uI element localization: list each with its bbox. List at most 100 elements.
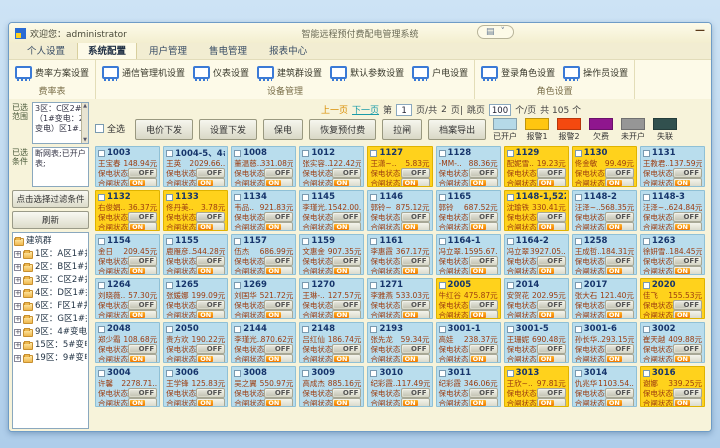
meter-card[interactable]: 3016 谢娜 339.25元 保电状态 OFF 合闸状态 ON bbox=[640, 366, 705, 407]
switch-status-toggle[interactable]: ON bbox=[264, 398, 293, 407]
switch-status-toggle[interactable]: ON bbox=[401, 398, 430, 407]
supply-status-toggle[interactable]: OFF bbox=[605, 344, 634, 354]
switch-status-toggle[interactable]: ON bbox=[537, 310, 566, 319]
supply-status-toggle[interactable]: OFF bbox=[264, 344, 293, 354]
switch-status-toggle[interactable]: ON bbox=[196, 178, 225, 187]
supply-status-toggle[interactable]: OFF bbox=[673, 344, 702, 354]
meter-card[interactable]: 1264 刘晓薇.. 57.30元 保电状态 OFF 合闸状态 ON bbox=[95, 278, 160, 319]
condition-box[interactable]: 断网表;已开户表; bbox=[32, 147, 89, 187]
card-checkbox[interactable] bbox=[370, 282, 377, 289]
expand-icon[interactable] bbox=[14, 329, 21, 336]
scroll-down-icon[interactable]: ▼ bbox=[83, 137, 87, 143]
action-button[interactable]: 电价下发 bbox=[135, 119, 193, 140]
tree-root[interactable]: 建筑群 bbox=[14, 235, 87, 248]
meter-card[interactable]: 1159 文惠金 907.35元 保电状态 OFF 合闸状态 ON bbox=[299, 234, 364, 275]
card-checkbox[interactable] bbox=[234, 326, 241, 333]
switch-status-toggle[interactable]: ON bbox=[332, 222, 361, 231]
card-checkbox[interactable] bbox=[575, 238, 582, 245]
switch-status-toggle[interactable]: ON bbox=[128, 178, 157, 187]
ribbon-button[interactable]: 费率方案设置 bbox=[15, 66, 89, 79]
expand-icon[interactable] bbox=[14, 303, 21, 310]
meter-card[interactable]: 2005 牛红谷 475.87元 保电状态 OFF 合闸状态 ON bbox=[436, 278, 501, 319]
page-number-input[interactable]: 1 bbox=[396, 104, 412, 116]
supply-status-toggle[interactable]: OFF bbox=[264, 168, 293, 178]
meter-card[interactable]: 1164-1 冯立翠.. 1595.67.. 保电状态 OFF 合闸状态 ON bbox=[436, 234, 501, 275]
meter-card[interactable]: 2193 张先龙 59.34元 保电状态 OFF 合闸状态 ON bbox=[367, 322, 432, 363]
tree-item[interactable]: 19区：9#变电站（… bbox=[14, 352, 87, 365]
meter-card[interactable]: 1265 张媛娜 199.09元 保电状态 OFF 合闸状态 ON bbox=[163, 278, 228, 319]
switch-status-toggle[interactable]: ON bbox=[332, 178, 361, 187]
refresh-button[interactable]: 刷新 bbox=[12, 211, 89, 229]
card-checkbox[interactable] bbox=[575, 326, 582, 333]
meter-card[interactable]: 1157 伍杰 686.99元 保电状态 OFF 合闸状态 ON bbox=[231, 234, 296, 275]
action-button[interactable]: 设置下发 bbox=[199, 119, 257, 140]
next-page-link[interactable]: 下一页 bbox=[352, 103, 379, 116]
card-checkbox[interactable] bbox=[575, 370, 582, 377]
meter-card[interactable]: 1148-2 汪泽~.. 568.35元 保电状态 OFF 合闸状态 ON bbox=[572, 190, 637, 231]
card-checkbox[interactable] bbox=[370, 194, 377, 201]
card-checkbox[interactable] bbox=[302, 238, 309, 245]
switch-status-toggle[interactable]: ON bbox=[605, 398, 634, 407]
card-checkbox[interactable] bbox=[507, 150, 514, 157]
supply-status-toggle[interactable]: OFF bbox=[128, 212, 157, 222]
meter-card[interactable]: 1148-1,522 沈瑜铁 330.41元 保电状态 OFF 合闸状态 ON bbox=[504, 190, 569, 231]
supply-status-toggle[interactable]: OFF bbox=[469, 168, 498, 178]
ribbon-button[interactable]: 通信管理机设置 bbox=[102, 66, 185, 79]
action-button[interactable]: 保电 bbox=[263, 119, 303, 140]
meter-card[interactable]: 3010 纪彩霞.. 117.49元 保电状态 OFF 合闸状态 ON bbox=[367, 366, 432, 407]
supply-status-toggle[interactable]: OFF bbox=[264, 300, 293, 310]
switch-status-toggle[interactable]: ON bbox=[673, 354, 702, 363]
meter-card[interactable]: 3014 仇兆华 1103.54.. 保电状态 OFF 合闸状态 ON bbox=[572, 366, 637, 407]
card-checkbox[interactable] bbox=[575, 150, 582, 157]
card-checkbox[interactable] bbox=[302, 194, 309, 201]
supply-status-toggle[interactable]: OFF bbox=[401, 168, 430, 178]
customize-icon[interactable]: ▤ bbox=[486, 27, 495, 37]
supply-status-toggle[interactable]: OFF bbox=[332, 256, 361, 266]
card-checkbox[interactable] bbox=[98, 370, 105, 377]
supply-status-toggle[interactable]: OFF bbox=[673, 168, 702, 178]
switch-status-toggle[interactable]: ON bbox=[605, 310, 634, 319]
card-checkbox[interactable] bbox=[370, 370, 377, 377]
scope-listbox[interactable]: 3区：C区2#共（1#变电：2#变电）区1#… ▲▼ bbox=[32, 102, 89, 144]
supply-status-toggle[interactable]: OFF bbox=[264, 212, 293, 222]
meter-card[interactable]: 3004 许馨 2278.71.. 保电状态 OFF 合闸状态 ON bbox=[95, 366, 160, 407]
supply-status-toggle[interactable]: OFF bbox=[537, 212, 566, 222]
card-checkbox[interactable] bbox=[370, 326, 377, 333]
filter-select-button[interactable]: 点击选择过滤条件 bbox=[12, 190, 89, 208]
switch-status-toggle[interactable]: ON bbox=[469, 354, 498, 363]
card-checkbox[interactable] bbox=[439, 282, 446, 289]
scrollbar[interactable]: ▲▼ bbox=[81, 103, 88, 143]
supply-status-toggle[interactable]: OFF bbox=[537, 344, 566, 354]
switch-status-toggle[interactable]: ON bbox=[196, 266, 225, 275]
select-all-checkbox[interactable] bbox=[95, 124, 104, 133]
card-checkbox[interactable] bbox=[234, 150, 241, 157]
switch-status-toggle[interactable]: ON bbox=[605, 222, 634, 231]
card-checkbox[interactable] bbox=[166, 238, 173, 245]
switch-status-toggle[interactable]: ON bbox=[264, 310, 293, 319]
supply-status-toggle[interactable]: OFF bbox=[332, 212, 361, 222]
ribbon-tab[interactable]: 报表中心 bbox=[259, 41, 317, 59]
meter-card[interactable]: 1258 王成哲.. 184.31元 保电状态 OFF 合闸状态 ON bbox=[572, 234, 637, 275]
action-button[interactable]: 档案导出 bbox=[428, 119, 486, 140]
prev-page-link[interactable]: 上一页 bbox=[321, 103, 348, 116]
meter-card[interactable]: 1133 佟丹美.. 3.78元 保电状态 OFF 合闸状态 ON bbox=[163, 190, 228, 231]
supply-status-toggle[interactable]: OFF bbox=[196, 168, 225, 178]
supply-status-toggle[interactable]: OFF bbox=[128, 300, 157, 310]
switch-status-toggle[interactable]: ON bbox=[673, 222, 702, 231]
action-button[interactable]: 拉闸 bbox=[382, 119, 422, 140]
card-checkbox[interactable] bbox=[507, 282, 514, 289]
supply-status-toggle[interactable]: OFF bbox=[605, 256, 634, 266]
card-checkbox[interactable] bbox=[507, 194, 514, 201]
tree-item[interactable]: 2区：B区1#井(B区… bbox=[14, 261, 87, 274]
supply-status-toggle[interactable]: OFF bbox=[401, 212, 430, 222]
meter-card[interactable]: 3013 王欣~.. 97.81元 保电状态 OFF 合闸状态 ON bbox=[504, 366, 569, 407]
switch-status-toggle[interactable]: ON bbox=[332, 310, 361, 319]
switch-status-toggle[interactable]: ON bbox=[332, 266, 361, 275]
supply-status-toggle[interactable]: OFF bbox=[332, 344, 361, 354]
card-checkbox[interactable] bbox=[98, 194, 105, 201]
meter-card[interactable]: 2050 贵方欢 190.22元 保电状态 OFF 合闸状态 ON bbox=[163, 322, 228, 363]
supply-status-toggle[interactable]: OFF bbox=[196, 256, 225, 266]
switch-status-toggle[interactable]: ON bbox=[469, 222, 498, 231]
card-checkbox[interactable] bbox=[507, 370, 514, 377]
switch-status-toggle[interactable]: ON bbox=[401, 222, 430, 231]
